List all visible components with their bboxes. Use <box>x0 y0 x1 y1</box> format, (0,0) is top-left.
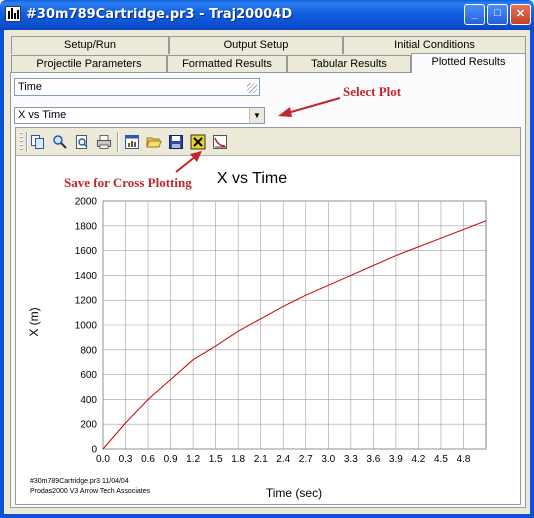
x-tick-label: 2.1 <box>254 454 268 465</box>
tab-setup-run[interactable]: Setup/Run <box>11 36 169 54</box>
tab-output-setup[interactable]: Output Setup <box>169 36 343 54</box>
maximize-icon: □ <box>494 7 501 19</box>
y-tick-label: 1400 <box>75 271 98 282</box>
x-tick-label: 3.3 <box>344 454 358 465</box>
y-tick-label: 200 <box>80 420 97 431</box>
x-tick-label: 0.6 <box>141 454 155 465</box>
print-icon[interactable] <box>96 134 112 150</box>
y-tick-label: 1600 <box>75 246 98 257</box>
resize-grip-icon[interactable] <box>247 83 257 93</box>
window-title: #30m789Cartridge.pr3 - Traj20004D <box>26 7 293 22</box>
select-plot-annotation: Select Plot <box>343 84 402 99</box>
tab-formatted-results[interactable]: Formatted Results <box>167 55 287 73</box>
title-bar: #30m789Cartridge.pr3 - Traj20004D _ □ ✕ <box>0 0 534 30</box>
x-tick-label: 0.3 <box>119 454 133 465</box>
select-plot-arrow <box>278 97 341 117</box>
window-frame-left <box>0 30 4 518</box>
window-frame-bottom <box>0 514 534 518</box>
y-tick-label: 1800 <box>75 221 98 232</box>
x-tick-label: 0.0 <box>96 454 110 465</box>
footer-line-1: #30m789Cartridge.pr3 11/04/04 <box>30 478 129 485</box>
x-tick-label: 3.0 <box>321 454 335 465</box>
close-icon: ✕ <box>515 8 526 20</box>
y-tick-label: 400 <box>80 395 97 406</box>
chevron-down-icon[interactable]: ▼ <box>249 108 264 123</box>
chart-properties-icon[interactable] <box>124 134 140 150</box>
x-tick-label: 4.2 <box>411 454 425 465</box>
tab-tabular-results[interactable]: Tabular Results <box>287 55 411 73</box>
plot-select-value: X vs Time <box>18 109 67 121</box>
y-tick-label: 800 <box>80 345 97 356</box>
x-tick-label: 4.8 <box>457 454 471 465</box>
close-button[interactable]: ✕ <box>510 4 531 25</box>
tab-projectile-parameters[interactable]: Projectile Parameters <box>11 55 167 73</box>
toolbar-separator <box>26 132 28 152</box>
maximize-button[interactable]: □ <box>487 4 508 25</box>
app-icon[interactable] <box>5 6 21 22</box>
x-tick-label: 1.8 <box>231 454 245 465</box>
tab-plotted-results[interactable]: Plotted Results <box>411 53 526 73</box>
x-tick-label: 2.4 <box>276 454 290 465</box>
zoom-icon[interactable] <box>52 134 68 150</box>
cross-plot-arrow <box>175 151 202 173</box>
open-icon[interactable] <box>146 134 162 150</box>
x-tick-label: 0.9 <box>164 454 178 465</box>
x-tick-label: 4.5 <box>434 454 448 465</box>
x-vs-time-chart: X vs Time 020040060080010001200140016001… <box>27 170 487 500</box>
copy-icon[interactable] <box>30 134 46 150</box>
y-axis-label: X (m) <box>27 307 41 336</box>
footer-line-2: Prodas2000 V3 Arrow Tech Associates <box>30 488 151 495</box>
minimize-button[interactable]: _ <box>464 4 485 25</box>
y-tick-label: 1000 <box>75 321 98 332</box>
x-tick-label: 2.7 <box>299 454 313 465</box>
x-tick-label: 1.5 <box>209 454 223 465</box>
chart-toolbar <box>16 128 520 156</box>
x-tick-label: 1.2 <box>186 454 200 465</box>
plot-variable-value: Time <box>18 81 43 93</box>
minimize-icon: _ <box>471 8 478 20</box>
window-frame-right <box>530 30 534 518</box>
y-tick-label: 1200 <box>75 296 98 307</box>
chart-grid <box>102 200 487 450</box>
y-tick-label: 600 <box>80 370 97 381</box>
x-axis-label: Time (sec) <box>266 486 322 500</box>
plot-variable-field[interactable]: Time <box>14 78 260 96</box>
toolbar-separator <box>117 132 119 152</box>
x-tick-label: 3.6 <box>366 454 380 465</box>
toolbar-grip[interactable] <box>20 132 23 152</box>
plot-select[interactable]: X vs Time ▼ <box>14 107 265 124</box>
y-tick-label: 2000 <box>75 197 98 208</box>
chart-title: X vs Time <box>217 170 287 187</box>
x-tick-label: 3.9 <box>389 454 403 465</box>
cross-plot-icon[interactable] <box>212 134 228 150</box>
tab-initial-conditions[interactable]: Initial Conditions <box>343 36 526 54</box>
print-preview-icon[interactable] <box>74 134 90 150</box>
